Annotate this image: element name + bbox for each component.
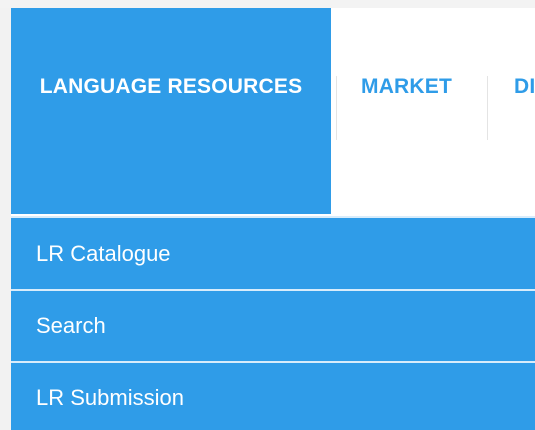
top-strip: [0, 0, 535, 8]
nav-item-label: MARKET: [361, 75, 453, 98]
submenu-item-search[interactable]: Search: [11, 290, 535, 362]
main-navigation: LANGUAGE RESOURCES MARKET DI: [11, 8, 535, 214]
submenu-item-label: Search: [36, 313, 106, 338]
left-gutter: [0, 8, 11, 430]
nav-item-label: DI: [514, 75, 535, 98]
nav-item-market[interactable]: MARKET: [361, 8, 455, 214]
submenu-item-label: LR Catalogue: [36, 241, 171, 266]
nav-divider: [336, 76, 337, 140]
page: LANGUAGE RESOURCES MARKET DI LR Catalogu…: [0, 0, 535, 430]
nav-item-di[interactable]: DI: [514, 8, 535, 214]
nav-item-label: LANGUAGE RESOURCES: [39, 75, 303, 98]
submenu-item-lr-submission[interactable]: LR Submission: [11, 362, 535, 430]
dropdown-submenu: LR Catalogue Search LR Submission: [11, 216, 535, 430]
nav-divider: [487, 76, 488, 140]
submenu-item-lr-catalogue[interactable]: LR Catalogue: [11, 218, 535, 290]
submenu-item-label: LR Submission: [36, 385, 184, 410]
nav-item-language-resources[interactable]: LANGUAGE RESOURCES: [11, 8, 331, 214]
